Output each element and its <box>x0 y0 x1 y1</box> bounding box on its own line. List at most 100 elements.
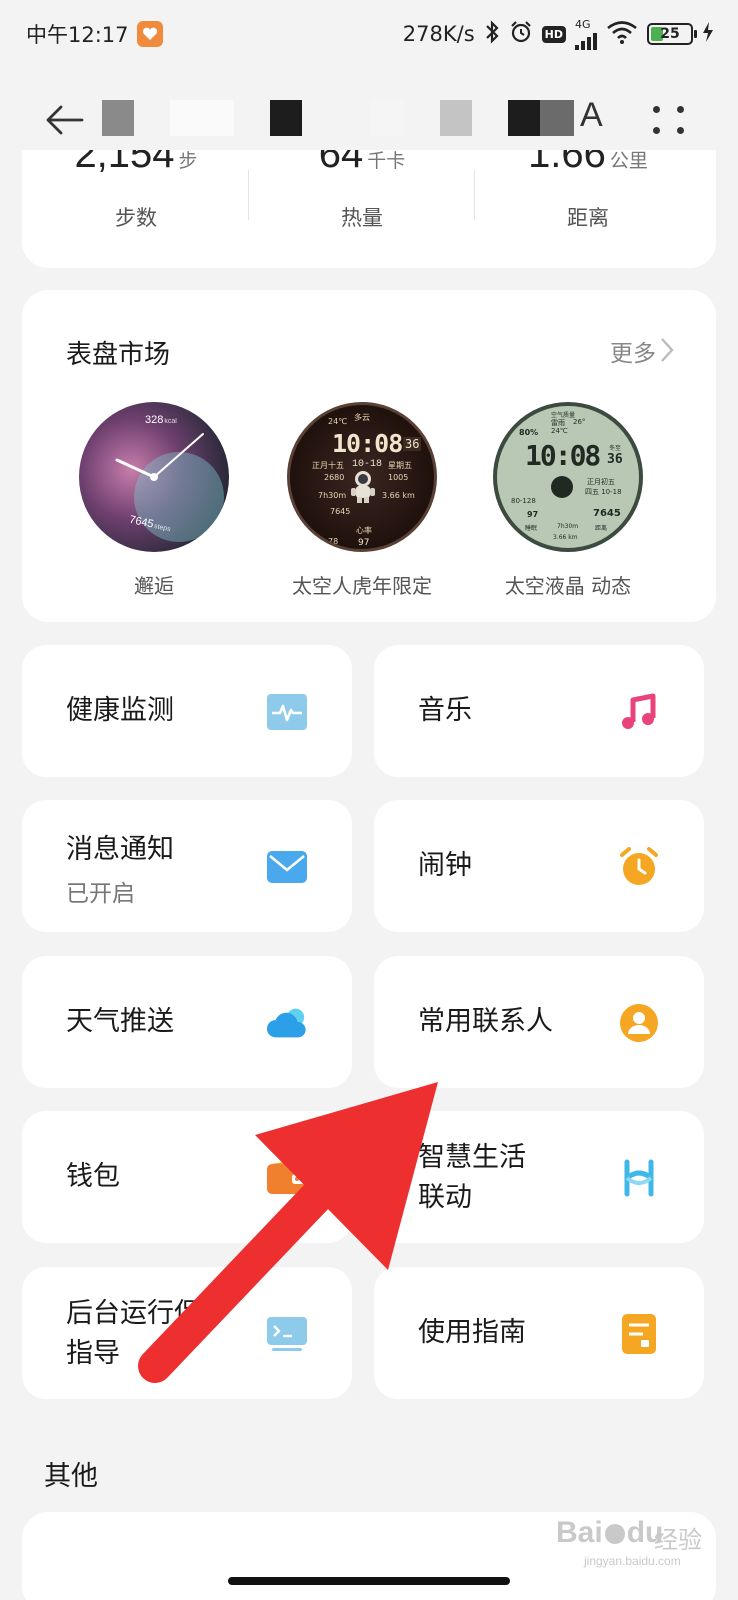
feature-label: 后台运行保护 <box>66 1298 228 1329</box>
calories-value: 64 <box>318 150 364 176</box>
face2-hr-label: 心率 <box>356 526 372 535</box>
status-time: 中午12:17 <box>26 23 129 47</box>
alarm-clock-icon <box>618 846 660 888</box>
guide-document-icon <box>618 1313 660 1355</box>
face3-date: 四五 10-18 <box>585 488 622 496</box>
watchface-market-title: 表盘市场 <box>66 340 171 370</box>
watchface-name: 邂逅 <box>134 574 174 598</box>
face3-steps: 7645 <box>593 508 621 519</box>
four-dots-icon <box>653 106 660 113</box>
watchface-market-card: 表盘市场 更多 328kcal 7645steps 邂逅 多云 24℃ 10:0… <box>22 290 716 622</box>
device-name-redaction <box>440 100 472 136</box>
face2-seconds: 36 <box>403 437 422 451</box>
battery-level: 25 <box>660 26 680 42</box>
face2-time: 10:08 <box>332 429 403 458</box>
feature-label-line2: 联动 <box>418 1182 472 1213</box>
feature-card-user-guide[interactable]: 使用指南 <box>374 1267 704 1399</box>
feature-card-health-monitor[interactable]: 健康监测 <box>22 645 352 777</box>
face3-sleep-label: 睡眠 <box>525 525 538 532</box>
device-name-redaction <box>540 100 574 136</box>
feature-label: 智慧生活 <box>418 1142 526 1173</box>
face2-temp: 24℃ <box>328 417 348 426</box>
device-name-redaction <box>102 100 134 136</box>
face3-hr-range: 80-128 <box>511 497 536 505</box>
face2-distance: 3.66 km <box>382 491 415 500</box>
hd-badge: HD <box>541 25 566 43</box>
device-name-redaction <box>508 100 540 136</box>
bluetooth-icon <box>484 19 500 49</box>
status-bar: 中午12:17 278K/s HD 4G 25 <box>0 0 738 68</box>
alarm-status-icon <box>509 20 533 49</box>
watchface-item[interactable]: 328kcal 7645steps 邂逅 <box>54 402 254 599</box>
watchface-more-link[interactable]: 更多 <box>610 334 656 368</box>
feature-card-contacts[interactable]: 常用联系人 <box>374 956 704 1088</box>
stat-distance: 1.66 公里 距离 <box>474 150 702 268</box>
face2-kcal: 1005 <box>388 473 409 482</box>
stat-steps: 2,154 步 步数 <box>22 150 250 268</box>
face3-season: 冬至 <box>609 445 622 452</box>
device-name-redaction <box>170 100 234 136</box>
wallet-icon <box>266 1157 308 1199</box>
face3-distance: 3.66 km <box>553 534 578 541</box>
watermark-cn: 经验 <box>654 1526 702 1554</box>
feature-label-line2: 指导 <box>66 1338 120 1369</box>
health-app-notification-icon <box>136 21 163 47</box>
signal-bars <box>575 30 597 50</box>
notification-status: 已开启 <box>66 881 135 907</box>
baidu-watermark: Bai du 经验 jingyan.baidu.com <box>556 1512 706 1572</box>
watermark-brand: Bai du <box>556 1516 664 1549</box>
battery-indicator: 25 <box>647 23 697 45</box>
arrow-left-icon <box>46 105 84 135</box>
watchface-name: 太空液晶 动态 <box>504 574 632 598</box>
feature-label: 消息通知 <box>66 834 174 865</box>
feature-card-smart-life[interactable]: 智慧生活 联动 <box>374 1111 704 1243</box>
face2-value-a: 2680 <box>324 473 345 482</box>
smart-life-icon <box>618 1157 660 1199</box>
back-button[interactable] <box>40 96 88 144</box>
feature-card-music[interactable]: 音乐 <box>374 645 704 777</box>
signal-type: 4G <box>575 17 591 31</box>
app-bar: A <box>0 80 738 160</box>
feature-card-alarm[interactable]: 闹钟 <box>374 800 704 932</box>
feature-card-background-protection[interactable]: 后台运行保护 指导 <box>22 1267 352 1399</box>
feature-label: 天气推送 <box>66 1006 174 1037</box>
charging-icon <box>702 21 714 47</box>
face3-lunar: 正月初五 <box>587 478 615 486</box>
heartbeat-monitor-icon <box>266 691 308 733</box>
astronaut-icon <box>351 471 375 503</box>
face2-steps: 7645 <box>330 507 351 516</box>
steps-label: 步数 <box>115 206 157 230</box>
watchface-preview-3: 空气质量 雷雨 26° 24℃ 80% 冬至 10:08 36 正月初五 四五 … <box>493 402 643 552</box>
watchface-item[interactable]: 多云 24℃ 10:08 36 正月十五 10-18 星期五 2680 1005… <box>262 402 462 599</box>
watermark-site: jingyan.baidu.com <box>584 1554 681 1568</box>
face3-temp2: 24℃ <box>551 427 568 435</box>
watchface-item[interactable]: 空气质量 雷雨 26° 24℃ 80% 冬至 10:08 36 正月初五 四五 … <box>468 402 668 599</box>
feature-card-wallet[interactable]: 钱包 <box>22 1111 352 1243</box>
more-options-button[interactable] <box>648 98 692 142</box>
feature-card-notifications[interactable]: 消息通知 已开启 <box>22 800 352 932</box>
feature-card-weather[interactable]: 天气推送 <box>22 956 352 1088</box>
distance-unit: 公里 <box>609 150 648 172</box>
status-left: 中午12:17 <box>26 19 163 49</box>
home-indicator[interactable] <box>228 1577 510 1585</box>
activity-stats-card[interactable]: 2,154 步 步数 64 千卡 热量 1.66 公里 距离 <box>22 150 716 268</box>
face2-lunar: 正月十五 <box>312 461 344 470</box>
device-name-suffix: A <box>580 96 603 134</box>
face3-temp: 26° <box>573 418 586 426</box>
calories-label: 热量 <box>341 206 383 230</box>
face2-sleep: 7h30m <box>318 491 347 500</box>
cellular-signal-icon: 4G <box>575 19 597 50</box>
distance-label: 距离 <box>567 206 609 230</box>
face1-kcal: 328kcal <box>145 414 177 426</box>
face3-dist-label: 距离 <box>595 525 608 532</box>
face3-seconds: 36 <box>607 452 623 467</box>
watchface-preview-1: 328kcal 7645steps <box>79 402 229 552</box>
chevron-right-icon[interactable] <box>658 336 676 364</box>
face2-weekday: 星期五 <box>388 461 412 470</box>
mail-icon <box>266 846 308 888</box>
feature-label: 常用联系人 <box>418 1006 553 1037</box>
stat-calories: 64 千卡 热量 <box>248 150 476 268</box>
watchface-name: 太空人虎年限定 <box>292 574 432 598</box>
feature-label: 闹钟 <box>418 850 472 881</box>
wifi-icon <box>606 20 638 49</box>
